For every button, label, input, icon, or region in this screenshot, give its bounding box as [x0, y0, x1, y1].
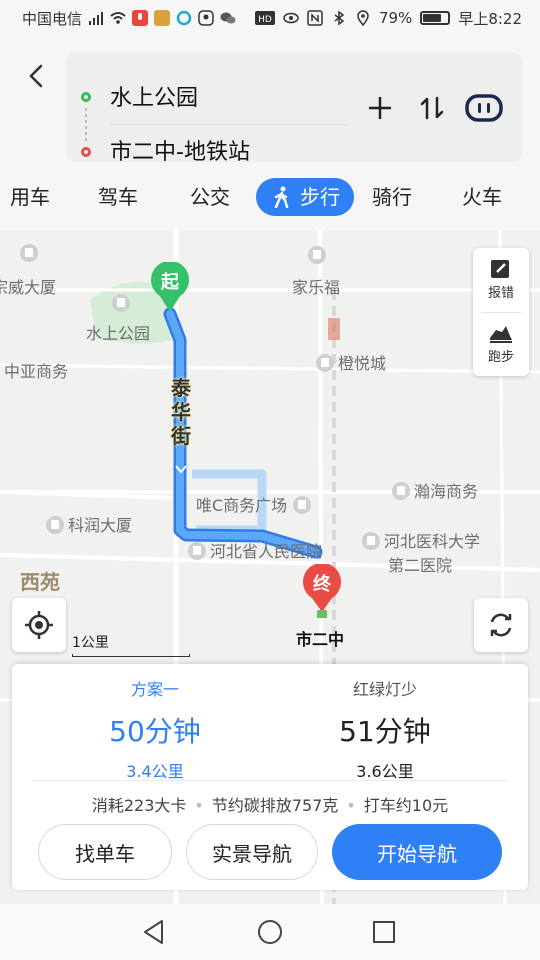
tree-icon: [112, 294, 130, 312]
plan-title: 方案一: [130, 680, 179, 699]
voice-assistant-icon[interactable]: [464, 90, 504, 126]
poi-label[interactable]: 科润大厦: [46, 512, 132, 536]
poi-label[interactable]: 橙悦城: [316, 350, 386, 374]
route-stats: 消耗223大卡 • 节约碳排放757克 • 打车约10元: [91, 796, 449, 815]
battery-percent: 79%: [378, 9, 413, 27]
poi-label[interactable]: 水上公园: [86, 320, 150, 344]
poi-label[interactable]: 河北省人民医院: [188, 538, 322, 562]
plan-time: 51分钟: [339, 715, 431, 748]
location-app-icon: [198, 10, 214, 26]
poi-label[interactable]: 河北医科大学: [362, 528, 480, 552]
swap-route-icon[interactable]: [414, 90, 450, 126]
scale-label: 1公里: [72, 635, 109, 651]
gps-icon: [357, 10, 369, 26]
back-icon[interactable]: [22, 62, 52, 92]
carbon-stat: 节约碳排放757克: [211, 796, 339, 815]
ar-navigation-button[interactable]: 实景导航: [186, 824, 318, 880]
shopping-cart-icon: [308, 246, 326, 264]
hospital-icon: [362, 532, 380, 550]
plan-option-1[interactable]: 方案一 50分钟 3.4公里: [40, 678, 270, 782]
end-marker[interactable]: 终: [302, 562, 342, 620]
poi-label[interactable]: 宗威大厦: [0, 274, 56, 298]
building-icon: [316, 354, 334, 372]
add-waypoint-icon[interactable]: [362, 90, 398, 126]
poi-label[interactable]: 唯C商务广场: [196, 492, 315, 516]
route-input-box: 水上公园 市二中-地铁站: [66, 52, 522, 165]
start-dot-icon: [81, 92, 91, 102]
poi-label[interactable]: 第二医院: [388, 552, 452, 576]
report-error-button[interactable]: 报错: [473, 248, 529, 312]
destination-label: 市二中: [296, 630, 345, 649]
route-header: 水上公园 市二中-地铁站 用车 驾车 公交 步行 骑行 火车: [0, 36, 540, 230]
poi-label[interactable]: 家乐福: [292, 274, 340, 298]
clock: 早上8:22: [458, 9, 522, 28]
plan-distance: 3.4公里: [126, 762, 184, 781]
signal-icon: [89, 12, 104, 25]
locate-button[interactable]: [12, 598, 66, 652]
eye-icon: [283, 12, 299, 24]
tab-bike[interactable]: 骑行: [372, 178, 412, 216]
edit-icon: [491, 260, 509, 278]
run-mode-button[interactable]: 跑步: [473, 312, 529, 376]
tab-drive[interactable]: 驾车: [98, 178, 138, 216]
street-label: 泰华街: [171, 376, 191, 448]
calories-stat: 消耗223大卡: [91, 796, 187, 815]
microphone-icon: [132, 10, 149, 26]
nfc-icon: [307, 10, 323, 26]
end-dot-icon: [81, 147, 91, 157]
plan-time: 50分钟: [109, 715, 201, 748]
building-icon: [20, 244, 38, 262]
app-notification-icon: [154, 10, 171, 26]
tab-train[interactable]: 火车: [462, 178, 502, 216]
find-bike-button[interactable]: 找单车: [38, 824, 172, 880]
recents-nav-icon[interactable]: [370, 918, 398, 946]
start-marker[interactable]: 起: [150, 260, 190, 314]
refresh-icon: [490, 613, 512, 637]
svg-text:HD: HD: [258, 15, 272, 25]
building-icon: [46, 516, 64, 534]
wechat-icon: [220, 12, 236, 24]
poi-label[interactable]: 中亚商务: [4, 358, 68, 382]
poi-icon-park: [112, 294, 134, 313]
poi-label[interactable]: 瀚海商务: [392, 478, 478, 502]
plan-distance: 3.6公里: [356, 762, 414, 781]
hd-icon: HD: [254, 11, 275, 25]
running-shoe-icon: [490, 326, 512, 343]
refresh-button[interactable]: [474, 598, 528, 652]
plan-option-2[interactable]: 红绿灯少 51分钟 3.6公里: [270, 678, 500, 782]
wifi-icon: [110, 12, 126, 24]
map-tools-panel: 报错 跑步: [473, 248, 529, 376]
tab-walk[interactable]: 步行: [256, 178, 354, 216]
poi-icon: [20, 244, 38, 263]
back-nav-icon[interactable]: [140, 918, 168, 946]
start-location-field[interactable]: 水上公园: [110, 80, 198, 112]
home-nav-icon[interactable]: [256, 918, 284, 946]
taxi-cost-stat: 打车约10元: [363, 796, 449, 815]
route-plans-card: 方案一 50分钟 3.4公里 红绿灯少 51分钟 3.6公里 消耗223大卡 • 节…: [12, 664, 528, 890]
poi-icon-carrefour: [308, 246, 330, 265]
status-bar: 中国电信 HD 79% 早上8:22: [0, 0, 540, 36]
system-nav-bar: [0, 904, 540, 960]
tab-transit[interactable]: 公交: [190, 178, 230, 216]
sync-icon: [176, 10, 192, 26]
district-label: 西苑: [20, 570, 60, 594]
walk-icon: [274, 186, 289, 208]
plan-title: 红绿灯少: [352, 680, 417, 699]
scale-bar: [72, 654, 190, 657]
battery-icon: [420, 11, 451, 25]
tab-taxi[interactable]: 用车: [10, 178, 50, 216]
end-location-field[interactable]: 市二中-地铁站: [110, 134, 250, 166]
bluetooth-icon: [334, 10, 345, 26]
hospital-icon: [188, 542, 206, 560]
building-icon: [293, 496, 312, 514]
start-navigation-button[interactable]: 开始导航: [332, 824, 502, 880]
building-icon: [392, 482, 410, 500]
locate-icon: [25, 611, 53, 639]
travel-mode-tabs: 用车 驾车 公交 步行 骑行 火车: [0, 172, 540, 222]
carrier-label: 中国电信: [22, 9, 83, 28]
